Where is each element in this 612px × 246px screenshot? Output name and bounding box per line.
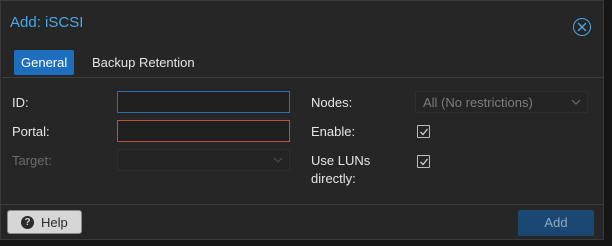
nodes-select[interactable]: All (No restrictions) [415, 91, 588, 113]
tab-backup-retention[interactable]: Backup Retention [85, 50, 202, 75]
add-button[interactable]: Add [518, 210, 594, 236]
check-icon [420, 128, 429, 136]
help-label: Help [41, 215, 68, 230]
close-button[interactable] [573, 18, 591, 36]
id-input[interactable] [118, 92, 289, 112]
id-field[interactable] [117, 91, 290, 113]
use-luns-checkbox[interactable] [417, 155, 430, 168]
general-form: ID: Portal: Target: Nodes: All (No restr… [1, 79, 603, 204]
dialog-title: Add: iSCSI [10, 14, 84, 31]
portal-field[interactable] [117, 120, 290, 142]
target-label: Target: [12, 153, 52, 168]
target-select[interactable] [117, 149, 290, 171]
tab-bar: General Backup Retention [2, 44, 604, 78]
check-icon [420, 158, 429, 166]
nodes-label: Nodes: [311, 95, 353, 110]
dialog-footer: ? Help Add [1, 204, 603, 241]
portal-input[interactable] [118, 121, 289, 141]
id-label: ID: [12, 95, 29, 110]
question-circle-icon: ? [21, 216, 34, 229]
close-icon [577, 22, 587, 32]
help-button[interactable]: ? Help [7, 210, 82, 234]
nodes-value: All (No restrictions) [423, 95, 533, 110]
use-luns-label-line1: Use LUNs [311, 153, 371, 168]
portal-label: Portal: [12, 124, 50, 139]
chevron-down-icon [571, 99, 581, 105]
tab-general[interactable]: General [14, 50, 75, 75]
chevron-down-icon [273, 157, 283, 163]
enable-checkbox[interactable] [417, 125, 430, 138]
add-iscsi-dialog: Add: iSCSI General Backup Retention ID: … [0, 0, 604, 240]
use-luns-label-line2: directly: [311, 171, 356, 186]
dialog-titlebar: Add: iSCSI [1, 1, 603, 43]
enable-label: Enable: [311, 124, 356, 139]
